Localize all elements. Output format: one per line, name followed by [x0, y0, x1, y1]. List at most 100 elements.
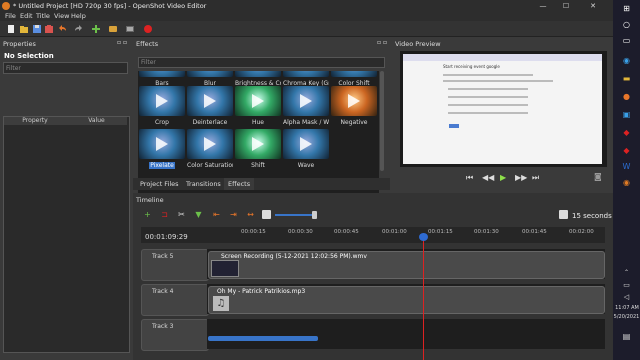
undo-icon[interactable]: [58, 24, 68, 34]
menu-view[interactable]: View: [54, 12, 69, 21]
preview-frame: Start receiving event google: [403, 54, 602, 164]
snap-icon[interactable]: ⊐: [160, 210, 169, 219]
effect-crop[interactable]: Crop: [139, 86, 185, 126]
ruler-tick: 00:00:15: [241, 229, 266, 235]
effect-thumbnail: [187, 129, 233, 159]
firefox-icon[interactable]: ●: [621, 92, 632, 102]
effect-alpha-mask[interactable]: Alpha Mask / W...: [283, 86, 329, 126]
tab-effects[interactable]: Effects: [224, 178, 255, 190]
openshot-taskbar-icon[interactable]: ◉: [621, 178, 632, 188]
effect-wave[interactable]: Wave: [283, 129, 329, 169]
acrobat-icon[interactable]: ◆: [621, 128, 632, 138]
new-project-icon[interactable]: [6, 24, 16, 34]
menu-edit[interactable]: Edit: [20, 12, 33, 21]
menu-title[interactable]: Title: [36, 12, 50, 21]
effect-shift[interactable]: Shift: [235, 129, 281, 169]
redo-icon[interactable]: [73, 24, 83, 34]
add-marker-icon[interactable]: ▼: [194, 210, 203, 219]
clip-name: Screen Recording (5-12-2021 12:02:56 PM)…: [221, 253, 367, 260]
clip-name: Oh My - Patrick Patrikios.mp3: [217, 288, 306, 295]
effects-filter-input[interactable]: Filter: [138, 57, 385, 68]
effect-color-shift[interactable]: Color Shift: [331, 71, 377, 87]
fast-forward-icon[interactable]: ▶▶: [515, 173, 527, 182]
save-project-icon[interactable]: [32, 24, 42, 34]
effects-title: Effects: [136, 40, 159, 48]
minimize-button[interactable]: —: [533, 0, 553, 12]
preview-text-line: [448, 96, 528, 98]
windows-start-icon[interactable]: ⊞: [621, 4, 632, 14]
dock-float-icon[interactable]: ▫ ▫: [377, 39, 387, 46]
network-icon[interactable]: ▭: [621, 280, 632, 290]
previous-marker-icon[interactable]: ⇤: [212, 210, 221, 219]
tab-project-files[interactable]: Project Files: [136, 178, 183, 190]
timeline-ruler[interactable]: 00:01:09:29 00:00:15 00:00:30 00:00:45 0…: [141, 227, 605, 243]
video-clip[interactable]: Screen Recording (5-12-2021 12:02:56 PM)…: [208, 251, 605, 279]
clock-date[interactable]: 5/20/2021: [613, 314, 640, 320]
column-property: Property: [4, 117, 67, 125]
search-icon[interactable]: ○: [621, 20, 632, 30]
task-view-icon[interactable]: ▭: [621, 36, 632, 46]
camera-icon[interactable]: ◙: [594, 172, 602, 181]
export-icon[interactable]: [143, 24, 153, 34]
import-files-icon[interactable]: [44, 24, 54, 34]
fullscreen-icon[interactable]: [125, 24, 135, 34]
file-explorer-icon[interactable]: ▬: [621, 74, 632, 84]
effect-deinterlace[interactable]: Deinterlace: [187, 86, 233, 126]
menu-bar: File Edit Title View Help: [0, 12, 613, 21]
menu-file[interactable]: File: [5, 12, 16, 21]
jump-end-icon[interactable]: ⏭: [532, 173, 539, 183]
menu-help[interactable]: Help: [71, 12, 86, 21]
bottom-tabs: Project Files Transitions Effects: [133, 178, 390, 190]
razor-icon[interactable]: ✂: [177, 210, 186, 219]
center-playhead-icon[interactable]: ↔: [246, 210, 255, 219]
timeline-title: Timeline: [136, 196, 164, 204]
track-header[interactable]: Track 5: [141, 249, 209, 281]
timeline-scrollbar[interactable]: [208, 336, 318, 341]
maximize-button[interactable]: ☐: [556, 0, 576, 12]
effect-blur[interactable]: Blur: [187, 71, 233, 87]
effects-panel: Effects ▫ ▫ Filter Bars Blur Brightness …: [133, 37, 390, 206]
effect-chroma-key[interactable]: Chroma Key (Gr...: [283, 71, 329, 87]
effects-scrollbar[interactable]: [380, 71, 384, 171]
effect-brightness[interactable]: Brightness & Co...: [235, 71, 281, 87]
play-icon[interactable]: ▶: [500, 173, 506, 182]
playhead-handle[interactable]: [419, 233, 428, 241]
app-icon[interactable]: ◆: [621, 146, 632, 156]
effect-bars[interactable]: Bars: [139, 71, 185, 87]
notifications-icon[interactable]: ▤: [621, 332, 632, 342]
properties-filter-input[interactable]: Filter: [3, 62, 128, 74]
effect-negative[interactable]: Negative: [331, 86, 377, 126]
next-marker-icon[interactable]: ⇥: [229, 210, 238, 219]
zoom-in-icon[interactable]: [559, 210, 568, 219]
preview-page-heading: Start receiving event google: [443, 64, 500, 69]
preview-text-line: [448, 104, 528, 106]
jump-start-icon[interactable]: ⏮: [466, 173, 473, 183]
ruler-tick: 00:02:00: [569, 229, 594, 235]
close-button[interactable]: ✕: [583, 0, 603, 12]
effect-pixelate[interactable]: Pixelate: [139, 129, 185, 169]
rewind-icon[interactable]: ◀◀: [482, 173, 494, 182]
effect-thumbnail: [283, 129, 329, 159]
store-icon[interactable]: ▣: [621, 110, 632, 120]
audio-clip[interactable]: ♫ Oh My - Patrick Patrikios.mp3: [208, 286, 605, 314]
clock-time[interactable]: 11:07 AM: [614, 305, 640, 311]
effect-color-saturation[interactable]: Color Saturation: [187, 129, 233, 169]
profile-icon[interactable]: [108, 24, 118, 34]
tab-transitions[interactable]: Transitions: [182, 178, 225, 190]
open-project-icon[interactable]: [19, 24, 29, 34]
add-track-icon[interactable]: [91, 24, 101, 34]
effect-hue[interactable]: Hue: [235, 86, 281, 126]
volume-icon[interactable]: ◁: [621, 292, 632, 302]
word-icon[interactable]: W: [621, 162, 632, 172]
dock-float-icon[interactable]: ▫ ▫: [117, 39, 127, 46]
zoom-slider-handle[interactable]: [312, 211, 317, 219]
tray-chevron-icon[interactable]: ⌃: [621, 268, 632, 278]
edge-icon[interactable]: ◉: [621, 56, 632, 66]
timeline-toolbar: + ⊐ ✂ ▼ ⇤ ⇥ ↔ 15 seconds: [133, 207, 613, 223]
video-preview-screen[interactable]: Start receiving event google: [400, 51, 607, 167]
track-header[interactable]: Track 3: [141, 319, 209, 351]
zoom-slider[interactable]: [275, 214, 317, 216]
track-header[interactable]: Track 4: [141, 284, 209, 316]
add-track-icon[interactable]: +: [143, 210, 152, 219]
zoom-out-icon[interactable]: [262, 210, 271, 219]
